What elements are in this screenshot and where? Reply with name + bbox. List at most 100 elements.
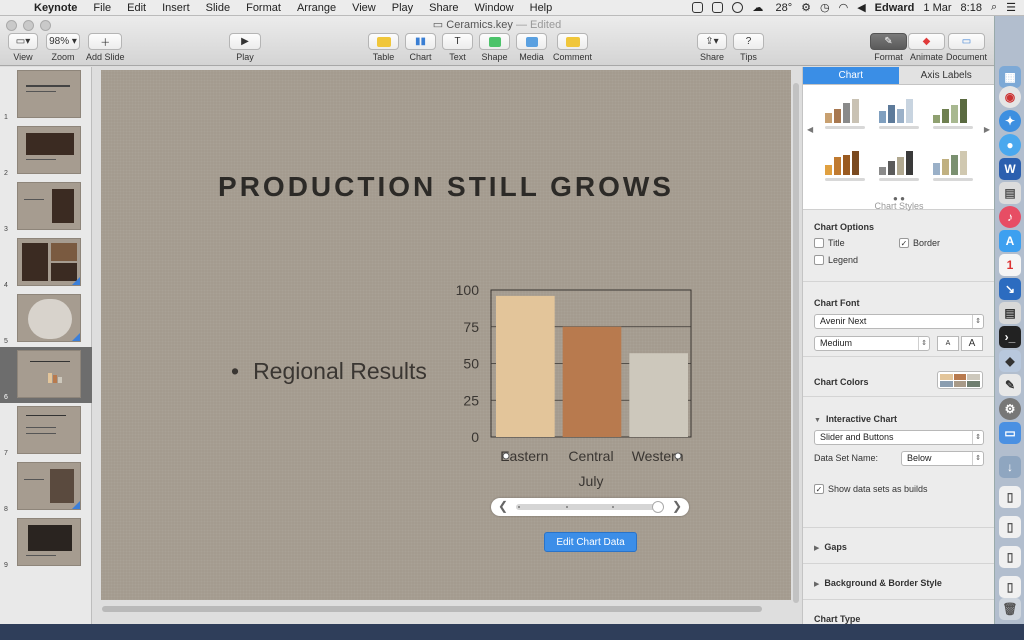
menu-arrange[interactable]: Arrange (289, 2, 344, 14)
chart-colors-picker[interactable] (937, 371, 983, 389)
gaps-toggle[interactable]: ▶ Gaps (814, 542, 847, 552)
keynote-icon[interactable]: ▭ (999, 422, 1021, 444)
clock[interactable]: 8:18 (961, 2, 982, 14)
interactive-chart-slider[interactable]: ❮ ❯ (491, 498, 689, 516)
chart-button[interactable]: ▮▮ (405, 33, 436, 50)
selection-handle-right[interactable] (674, 452, 682, 460)
chart-style-option[interactable] (929, 97, 977, 131)
animate-button[interactable]: ◆ (908, 33, 945, 50)
slide-thumbnail[interactable]: 3 (0, 179, 92, 235)
slide-thumbnail[interactable]: 8 (0, 459, 92, 515)
slide-title[interactable]: PRODUCTION STILL GROWS (101, 171, 791, 203)
info-icon[interactable] (732, 2, 744, 13)
slide-thumbnail[interactable]: 9 (0, 515, 92, 571)
notes-icon[interactable]: ▤ (999, 302, 1021, 324)
menu-help[interactable]: Help (522, 2, 561, 14)
document-stack-icon[interactable]: ▯ (999, 546, 1021, 568)
increase-font-size-button[interactable]: A (961, 336, 983, 351)
interactive-mode-popup[interactable]: Slider and Buttons ⇕ (814, 430, 984, 445)
checkbox-box[interactable] (814, 255, 824, 265)
checkbox-box[interactable] (814, 238, 824, 248)
utility-icon[interactable]: ◆ (999, 350, 1021, 372)
document-button[interactable]: ▭ (948, 33, 986, 50)
play-button[interactable]: ▶ (229, 33, 261, 50)
app-store-icon[interactable]: A (999, 230, 1021, 252)
comment-button[interactable] (557, 33, 588, 50)
data-set-position-popup[interactable]: Below ⇕ (901, 451, 984, 466)
scroll-thumb[interactable] (102, 606, 762, 612)
bar-central[interactable] (562, 326, 622, 437)
time-machine-icon[interactable]: ◷ (820, 1, 830, 14)
menu-edit[interactable]: Edit (119, 2, 154, 14)
document-stack-icon[interactable]: ▯ (999, 486, 1021, 508)
shape-button[interactable] (479, 33, 510, 50)
safari-icon[interactable]: ✦ (999, 110, 1021, 132)
tab-chart[interactable]: Chart (803, 67, 899, 85)
chart-style-option[interactable] (875, 149, 923, 183)
slider-track[interactable] (516, 501, 664, 513)
menu-format[interactable]: Format (238, 2, 289, 14)
notification-list-icon[interactable]: ☰ (1006, 1, 1016, 14)
menu-share[interactable]: Share (421, 2, 466, 14)
menu-window[interactable]: Window (467, 2, 522, 14)
tab-axis-labels[interactable]: Axis Labels (898, 67, 994, 85)
background-border-toggle[interactable]: ▶ Background & Border Style (814, 578, 942, 588)
interactive-chart-toggle[interactable]: ▼ Interactive Chart (814, 414, 897, 424)
styles-next-icon[interactable]: ▶ (984, 125, 990, 134)
gear-icon[interactable]: ⚙ (801, 1, 811, 14)
vertical-scrollbar[interactable] (792, 81, 800, 611)
media-button[interactable] (516, 33, 547, 50)
calendar-icon[interactable]: 1 (999, 254, 1021, 276)
decrease-font-size-button[interactable]: A (937, 336, 959, 351)
volume-icon[interactable]: ◀ (857, 1, 865, 14)
menu-app-keynote[interactable]: Keynote (26, 2, 85, 14)
slider-prev-icon[interactable]: ❮ (498, 499, 508, 513)
menu-file[interactable]: File (85, 2, 119, 14)
document-name[interactable]: Ceramics.key (446, 19, 513, 31)
chart-style-option[interactable] (821, 149, 869, 183)
slide-thumbnail[interactable]: 4 (0, 235, 92, 291)
bar-eastern[interactable] (496, 295, 555, 437)
slider-next-icon[interactable]: ❯ (672, 499, 682, 513)
checkbox-box-checked[interactable]: ✓ (899, 238, 909, 248)
document-stack-icon[interactable]: ▯ (999, 576, 1021, 598)
slider-knob[interactable] (652, 501, 664, 513)
view-button[interactable]: ▭▾ (8, 33, 38, 50)
trash-icon[interactable]: 🗑 (999, 598, 1021, 620)
menu-view[interactable]: View (344, 2, 384, 14)
script-editor-icon[interactable]: ✎ (999, 374, 1021, 396)
document-stack-icon[interactable]: ▯ (999, 516, 1021, 538)
add-slide-button[interactable]: ＋ (88, 33, 123, 50)
title-checkbox[interactable]: Title (814, 238, 845, 248)
slide-thumbnail[interactable]: 1 (0, 67, 92, 123)
text-button[interactable]: T (442, 33, 473, 50)
dropbox-icon[interactable] (692, 2, 704, 13)
styles-prev-icon[interactable]: ◀ (807, 125, 813, 134)
table-button[interactable] (368, 33, 399, 50)
checkbox-box-checked[interactable]: ✓ (814, 484, 824, 494)
scroll-thumb[interactable] (793, 83, 799, 603)
selection-handle-left[interactable] (502, 452, 510, 460)
bar-western[interactable] (629, 353, 688, 437)
weather-icon[interactable]: ☁ 28° (752, 1, 792, 14)
user-name[interactable]: Edward (875, 2, 915, 14)
horizontal-scrollbar[interactable] (100, 605, 790, 613)
border-checkbox[interactable]: ✓ Border (899, 238, 940, 248)
format-button[interactable]: ✎ (870, 33, 907, 50)
chart-style-option[interactable] (821, 97, 869, 131)
bar-chart[interactable]: 0 25 50 75 100 Eastern Central Western July (446, 280, 706, 490)
numbers-icon[interactable]: ▤ (999, 182, 1021, 204)
menu-insert[interactable]: Insert (154, 2, 198, 14)
system-preferences-icon[interactable]: ⚙ (999, 398, 1021, 420)
itunes-icon[interactable]: ♪ (999, 206, 1021, 228)
bullet-item[interactable]: • Regional Results (231, 358, 427, 385)
menu-slide[interactable]: Slide (198, 2, 238, 14)
font-weight-popup[interactable]: Medium ⇕ (814, 336, 930, 351)
slide[interactable]: PRODUCTION STILL GROWS • Regional Results… (101, 70, 791, 600)
word-icon[interactable]: W (999, 158, 1021, 180)
preview-icon[interactable]: ▦ (999, 66, 1021, 88)
migration-icon[interactable]: ↘ (999, 278, 1021, 300)
chart-style-option[interactable] (929, 149, 977, 183)
slide-thumbnail[interactable]: 2 (0, 123, 92, 179)
tips-button[interactable]: ? (733, 33, 764, 50)
